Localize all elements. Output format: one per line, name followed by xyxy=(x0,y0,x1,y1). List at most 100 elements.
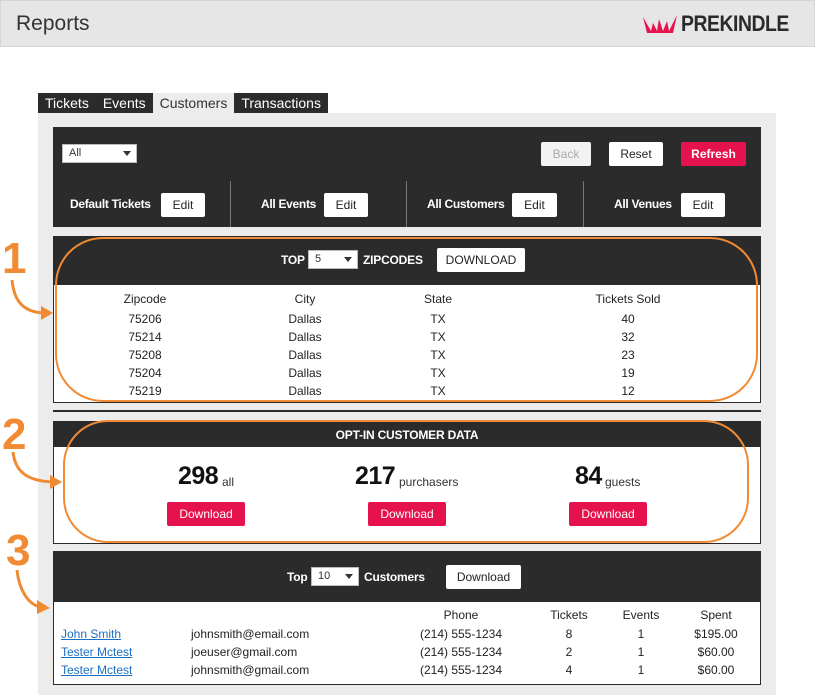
customer-events: 1 xyxy=(637,645,645,659)
city-cell: Dallas xyxy=(288,384,322,398)
zipcode-cell: 75206 xyxy=(128,312,162,326)
column-header-spent: Spent xyxy=(700,608,732,622)
state-cell: TX xyxy=(430,384,446,398)
chevron-down-icon xyxy=(123,151,131,156)
customer-events: 1 xyxy=(637,663,645,677)
edit-customers-button[interactable]: Edit xyxy=(512,193,557,217)
page-title: Reports xyxy=(16,12,90,35)
customer-tickets: 8 xyxy=(565,627,573,641)
customer-phone: (214) 555-1234 xyxy=(419,627,503,641)
column-header-phone: Phone xyxy=(443,608,479,622)
state-cell: TX xyxy=(430,366,446,380)
state-cell: TX xyxy=(430,330,446,344)
tickets-sold-cell: 12 xyxy=(621,384,635,398)
customer-events: 1 xyxy=(637,627,645,641)
page-header: Reports PREKINDLE xyxy=(0,0,815,47)
stat-all-label: all xyxy=(222,475,235,489)
city-cell: Dallas xyxy=(288,312,322,326)
zipcodes-top-label: TOP xyxy=(281,253,305,267)
prekindle-logo: PREKINDLE xyxy=(641,10,804,38)
customer-tickets: 2 xyxy=(565,645,573,659)
column-header-tickets: Tickets xyxy=(550,608,588,622)
edit-events-button[interactable]: Edit xyxy=(324,193,368,217)
scope-select-value: All xyxy=(69,147,82,159)
reset-button[interactable]: Reset xyxy=(609,142,663,166)
annotation-marker-2: 2 xyxy=(2,410,27,459)
filter-label-customers: All Customers xyxy=(427,197,505,211)
edit-venues-button[interactable]: Edit xyxy=(681,193,725,217)
customer-name-link[interactable]: John Smith xyxy=(61,627,121,641)
divider xyxy=(406,181,407,227)
stat-guests-value: 84 xyxy=(575,462,602,490)
divider xyxy=(230,181,231,227)
customer-spent: $60.00 xyxy=(697,645,735,659)
customer-phone: (214) 555-1234 xyxy=(419,663,503,677)
state-cell: TX xyxy=(430,312,446,326)
tab-customers[interactable]: Customers xyxy=(152,93,235,113)
customers-top-label: Top xyxy=(287,570,308,584)
download-purchasers-button[interactable]: Download xyxy=(368,502,446,526)
zipcodes-suffix-label: ZIPCODES xyxy=(363,253,423,267)
zipcodes-download-button[interactable]: DOWNLOAD xyxy=(437,248,525,272)
zipcode-cell: 75204 xyxy=(128,366,162,380)
brand-name: PREKINDLE xyxy=(681,11,790,36)
stat-purchasers-value: 217 xyxy=(355,462,396,490)
zipcode-cell: 75214 xyxy=(128,330,162,344)
chevron-down-icon xyxy=(344,257,352,262)
zipcode-cell: 75208 xyxy=(128,348,162,362)
customer-tickets: 4 xyxy=(565,663,573,677)
customers-suffix-label: Customers xyxy=(364,570,425,584)
back-button[interactable]: Back xyxy=(541,142,591,166)
zipcodes-count-value: 5 xyxy=(315,253,322,265)
filter-label-events: All Events xyxy=(261,197,317,211)
customers-download-button[interactable]: Download xyxy=(446,565,521,589)
customer-phone: (214) 555-1234 xyxy=(419,645,503,659)
column-header-zipcode: Zipcode xyxy=(123,292,167,306)
tickets-sold-cell: 40 xyxy=(621,312,635,326)
tab-tickets[interactable]: Tickets xyxy=(38,93,96,113)
column-header-city: City xyxy=(294,292,316,306)
customer-name-link[interactable]: Tester Mctest xyxy=(61,663,132,677)
stat-guests-label: guests xyxy=(605,475,641,489)
divider xyxy=(583,181,584,227)
stat-all-value: 298 xyxy=(178,462,219,490)
tab-events[interactable]: Events xyxy=(95,93,153,113)
city-cell: Dallas xyxy=(288,330,322,344)
refresh-button[interactable]: Refresh xyxy=(681,142,746,166)
customer-spent: $60.00 xyxy=(697,663,735,677)
customers-count-select[interactable]: 10 xyxy=(311,567,359,586)
filter-label-venues: All Venues xyxy=(614,197,672,211)
stat-purchasers-label: purchasers xyxy=(399,475,459,489)
download-all-button[interactable]: Download xyxy=(167,502,245,526)
tickets-sold-cell: 23 xyxy=(621,348,635,362)
tab-transactions[interactable]: Transactions xyxy=(234,93,328,113)
city-cell: Dallas xyxy=(288,366,322,380)
tickets-sold-cell: 32 xyxy=(621,330,635,344)
zipcode-cell: 75219 xyxy=(128,384,162,398)
column-header-events: Events xyxy=(622,608,660,622)
annotation-marker-1: 1 xyxy=(2,234,27,283)
report-tabs: Tickets Events Customers Transactions xyxy=(38,93,328,113)
customer-email: johnsmith@gmail.com xyxy=(191,663,310,677)
customer-email: johnsmith@email.com xyxy=(191,627,310,641)
filter-label-tickets: Default Tickets xyxy=(70,197,151,211)
chevron-down-icon xyxy=(345,574,353,579)
prekindle-flame-icon xyxy=(643,15,678,33)
customer-name-link[interactable]: Tester Mctest xyxy=(61,645,132,659)
download-guests-button[interactable]: Download xyxy=(569,502,647,526)
customer-spent: $195.00 xyxy=(694,627,738,641)
column-header-state: State xyxy=(423,292,453,306)
optin-title: OPT-IN CUSTOMER DATA xyxy=(335,428,479,442)
zipcodes-count-select[interactable]: 5 xyxy=(308,250,358,269)
customers-count-value: 10 xyxy=(318,570,331,582)
column-header-tickets-sold: Tickets Sold xyxy=(595,292,661,306)
section-divider xyxy=(53,410,761,412)
scope-select[interactable]: All xyxy=(62,144,137,163)
city-cell: Dallas xyxy=(288,348,322,362)
customer-email: joeuser@gmail.com xyxy=(191,645,298,659)
edit-tickets-button[interactable]: Edit xyxy=(161,193,205,217)
tickets-sold-cell: 19 xyxy=(621,366,635,380)
state-cell: TX xyxy=(430,348,446,362)
annotation-marker-3: 3 xyxy=(6,526,31,575)
reports-page: Reports PREKINDLE Tickets Events Custome… xyxy=(0,0,832,695)
